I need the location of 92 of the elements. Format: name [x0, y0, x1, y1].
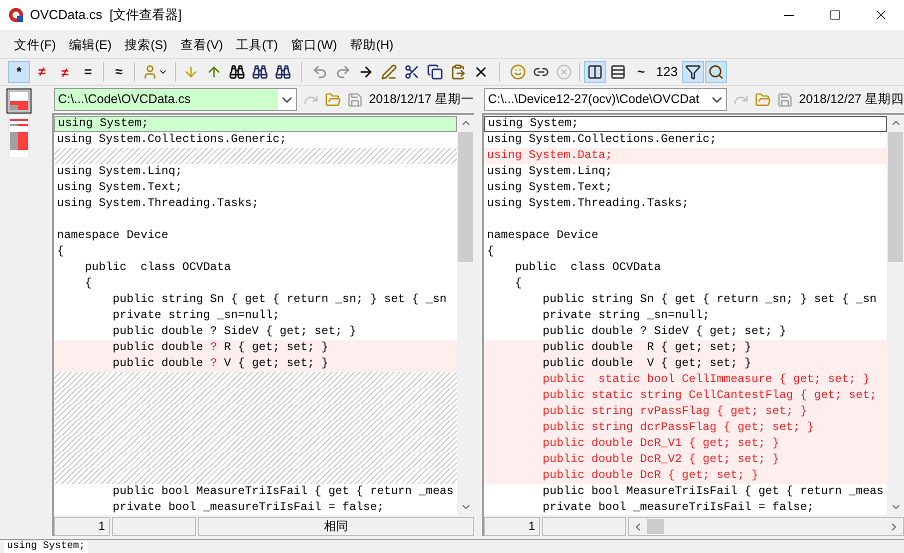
code-line: using System.Threading.Tasks;: [486, 196, 690, 212]
menu-item[interactable]: 工具(T): [230, 34, 284, 56]
menu-item[interactable]: 帮助(H): [344, 34, 400, 56]
code-line: using System.Linq;: [56, 164, 184, 180]
toolbar-button[interactable]: ≠: [31, 61, 53, 83]
line-number-field: 1: [54, 517, 110, 536]
toolbar-button[interactable]: =: [77, 61, 99, 83]
paste-icon: [450, 64, 466, 80]
pen-icon: [381, 64, 397, 80]
vertical-scrollbar[interactable]: [457, 115, 474, 515]
save-icon[interactable]: [346, 92, 363, 108]
toolbar-button[interactable]: 123: [653, 61, 681, 83]
code-line: private string _sn=null;: [542, 308, 711, 324]
code-line: namespace Device: [56, 228, 170, 244]
save-icon[interactable]: [776, 92, 793, 108]
code-text: public double: [112, 341, 204, 354]
compare-status: 相同: [198, 517, 474, 536]
person-icon: [142, 64, 158, 80]
toolbar-button[interactable]: ~: [630, 61, 652, 83]
menu-item[interactable]: 查看(V): [174, 34, 229, 56]
line-number-field: 1: [484, 517, 540, 536]
window-title: OVCData.cs [文件查看器]: [30, 6, 182, 24]
code-line: public class OCVData: [84, 260, 232, 276]
code-line: using System.Threading.Tasks;: [56, 196, 260, 212]
file-path-combo[interactable]: C:\...\Device12-27(ocv)\Code\OVCDat: [484, 88, 727, 111]
toolbar-button[interactable]: ≠: [54, 61, 76, 83]
scissors-icon: [404, 64, 420, 80]
binoculars-icon: [252, 64, 268, 80]
file-path-text: C:\...\Code\OVCData.cs: [55, 89, 278, 110]
code-line: public double ? SideV { get; set; }: [112, 324, 358, 340]
changed-code-text: ?: [210, 357, 218, 370]
code-line: public class OCVData: [514, 260, 662, 276]
folder-icon[interactable]: [754, 92, 771, 108]
scrollbar-thumb[interactable]: [888, 132, 903, 262]
file-date: 2018/12/17 星期一: [368, 91, 474, 108]
code-line: private bool _measureTriIsFail = false;: [112, 500, 385, 515]
file-date: 2018/12/27 星期四: [798, 91, 904, 108]
menu-item[interactable]: 文件(F): [8, 34, 62, 56]
toolbar-button[interactable]: [584, 61, 606, 83]
code-line: public bool MeasureTriIsFail { get { return _meas: [112, 484, 455, 500]
vertical-scrollbar[interactable]: [887, 115, 904, 515]
code-text: public double: [112, 357, 204, 370]
menu-item[interactable]: 窗口(W): [284, 34, 344, 56]
code-line: private string _sn=null;: [112, 308, 281, 324]
scrollbar-thumb[interactable]: [458, 132, 473, 262]
undo-icon: [312, 64, 328, 80]
difference-overview-drawing: [6, 88, 32, 158]
search-icon: [708, 64, 724, 80]
code-line: {: [514, 276, 523, 292]
code-line: using System.Text;: [486, 180, 614, 196]
code-line: private bool _measureTriIsFail = false;: [542, 500, 815, 515]
code-line: using System.Text;: [56, 180, 184, 196]
filter-icon: [684, 64, 701, 80]
folder-icon[interactable]: [324, 92, 341, 108]
app-logo-icon: [8, 7, 24, 23]
redo-icon: [335, 64, 351, 80]
scrollbar-thumb[interactable]: [647, 519, 664, 534]
code-line: {: [84, 276, 93, 292]
toolbar-button[interactable]: [682, 61, 704, 83]
changed-code-text: ?: [210, 341, 218, 354]
arrow-down-icon: [183, 64, 199, 80]
code-line: {: [56, 244, 65, 260]
copy-icon: [427, 64, 443, 80]
file-path-combo[interactable]: C:\...\Code\OVCData.cs: [54, 88, 297, 111]
minimize-icon: [784, 14, 794, 16]
horizontal-scrollbar[interactable]: [628, 517, 904, 536]
code-line: using System.Collections.Generic;: [56, 132, 288, 148]
code-text: V { get; set; }: [222, 357, 328, 370]
toolbar-button[interactable]: [704, 61, 727, 83]
code-line: public string Sn { get { return _sn; } set { _sn: [542, 292, 878, 308]
code-line: using System.Linq;: [486, 164, 614, 180]
columns-icon: [587, 64, 603, 80]
menu-item[interactable]: 编辑(E): [62, 34, 118, 56]
binoculars-icon: [229, 64, 245, 80]
code-line: using System.Collections.Generic;: [486, 132, 718, 148]
code-line: public bool MeasureTriIsFail { get { return _meas: [542, 484, 885, 500]
menu-item[interactable]: 搜索(S): [118, 34, 174, 56]
toolbar-button[interactable]: ≈: [108, 61, 130, 83]
cancel-icon: [556, 64, 572, 80]
code-line: public double ? SideV { get; set; }: [542, 324, 788, 340]
smiley-icon: [510, 64, 526, 80]
arrow-right-icon: [358, 64, 374, 80]
code-line: {: [486, 244, 495, 260]
code-line: public string Sn { get { return _sn; } set { _sn: [112, 292, 448, 308]
rows-icon: [610, 64, 626, 80]
binoculars-icon: [275, 64, 291, 80]
code-line: namespace Device: [486, 228, 600, 244]
arrow-up-icon: [206, 64, 222, 80]
toolbar-button[interactable]: *: [8, 61, 30, 83]
maximize-icon: [829, 9, 841, 21]
current-line-preview: using System;: [4, 541, 88, 553]
code-text: R { get; set; }: [222, 341, 328, 354]
